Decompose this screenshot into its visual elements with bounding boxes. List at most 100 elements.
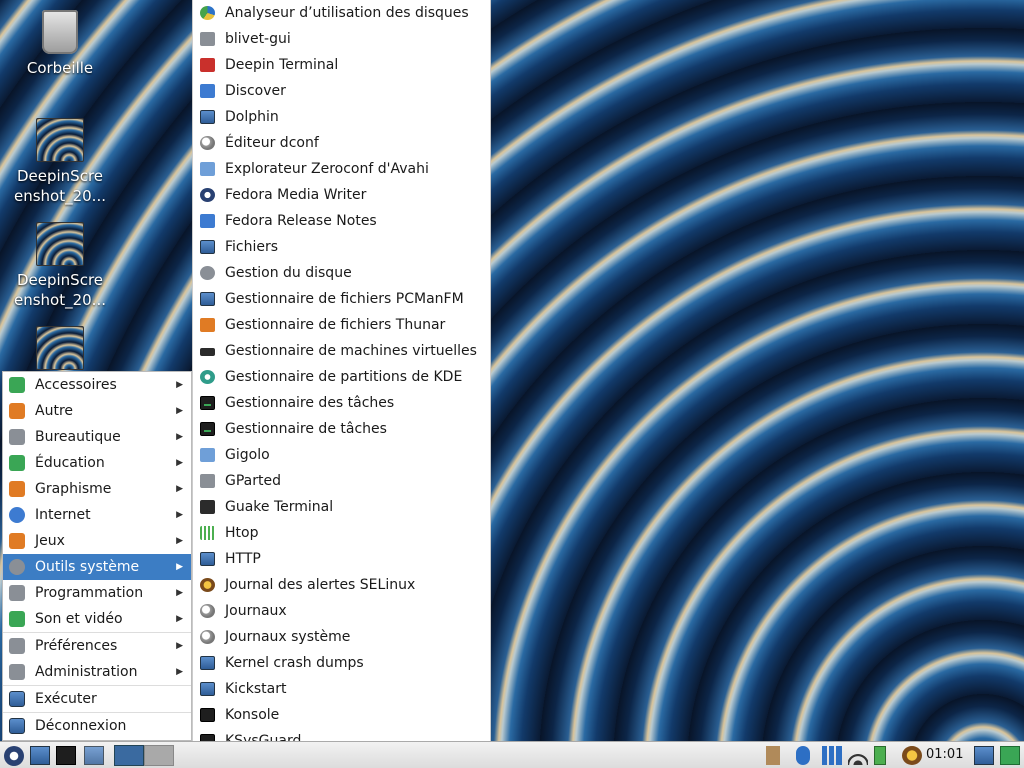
app-item[interactable]: Konsole <box>193 702 490 728</box>
desktop-icon-screenshot-2[interactable]: DeepinScre enshot_20... <box>0 222 120 310</box>
menu-category-label: Son et vidéo <box>35 611 123 627</box>
app-item[interactable]: Fedora Release Notes <box>193 208 490 234</box>
app-item-label: Explorateur Zeroconf d'Avahi <box>225 161 429 177</box>
dconf-editor-icon <box>200 136 215 150</box>
app-item-label: Dolphin <box>225 109 279 125</box>
menu-category-preferences[interactable]: Préférences ▶ <box>3 633 191 659</box>
submenu-arrow-icon: ▶ <box>176 406 183 416</box>
app-item[interactable]: Gestionnaire de machines virtuelles <box>193 338 490 364</box>
menu-category-label: Administration <box>35 664 138 680</box>
image-file-icon <box>36 326 84 370</box>
release-notes-icon <box>200 214 215 228</box>
network-signal-icon[interactable] <box>822 746 842 765</box>
submenu-arrow-icon: ▶ <box>176 588 183 598</box>
menu-category-education[interactable]: Éducation ▶ <box>3 450 191 476</box>
virt-manager-icon <box>200 348 215 356</box>
app-item[interactable]: Fichiers <box>193 234 490 260</box>
app-item-label: Gestionnaire de machines virtuelles <box>225 343 477 359</box>
menu-category-multimedia[interactable]: Son et vidéo ▶ <box>3 606 191 632</box>
menu-category-administration[interactable]: Administration ▶ <box>3 659 191 685</box>
application-menu: Accessoires ▶ Autre ▶ Bureautique ▶ Éduc… <box>2 371 192 741</box>
blivet-icon <box>200 32 215 46</box>
menu-category-graphics[interactable]: Graphisme ▶ <box>3 476 191 502</box>
task-manager-icon <box>200 422 215 436</box>
app-item[interactable]: Gestion du disque <box>193 260 490 286</box>
app-item[interactable]: Gestionnaire de tâches <box>193 416 490 442</box>
app-item[interactable]: Journal des alertes SELinux <box>193 572 490 598</box>
terminal-launcher-icon[interactable] <box>56 746 76 765</box>
desktop-icon-trash[interactable]: Corbeille <box>0 10 120 78</box>
app-item[interactable]: GParted <box>193 468 490 494</box>
app-item-label: Gestionnaire des tâches <box>225 395 395 411</box>
bluetooth-icon[interactable] <box>796 746 810 765</box>
app-item-label: Gestionnaire de tâches <box>225 421 387 437</box>
app-item[interactable]: Gestionnaire de fichiers PCManFM <box>193 286 490 312</box>
preferences-icon <box>9 638 25 654</box>
disk-usage-icon <box>200 6 215 20</box>
menu-category-system-tools[interactable]: Outils système ▶ <box>3 554 191 580</box>
dolphin-icon <box>200 110 215 124</box>
workspace-2-button[interactable] <box>144 745 174 766</box>
menu-item-run[interactable]: Exécuter <box>3 686 191 712</box>
programming-icon <box>9 585 25 601</box>
submenu-arrow-icon: ▶ <box>176 432 183 442</box>
workspace-1-button[interactable] <box>114 745 144 766</box>
app-item[interactable]: Fedora Media Writer <box>193 182 490 208</box>
menu-category-label: Autre <box>35 403 74 419</box>
show-desktop-icon[interactable] <box>84 746 104 765</box>
app-item-label: Discover <box>225 83 286 99</box>
battery-icon[interactable] <box>874 746 886 765</box>
avahi-icon <box>200 162 215 176</box>
app-item[interactable]: blivet-gui <box>193 26 490 52</box>
clock[interactable]: 01:01 <box>926 742 963 768</box>
app-item[interactable]: Explorateur Zeroconf d'Avahi <box>193 156 490 182</box>
wifi-icon[interactable] <box>848 746 868 765</box>
selinux-alert-icon[interactable] <box>902 746 922 765</box>
menu-category-games[interactable]: Jeux ▶ <box>3 528 191 554</box>
app-item[interactable]: HTTP <box>193 546 490 572</box>
app-item[interactable]: Kernel crash dumps <box>193 650 490 676</box>
app-item[interactable]: Dolphin <box>193 104 490 130</box>
konsole-icon <box>200 708 215 722</box>
app-item[interactable]: Journaux système <box>193 624 490 650</box>
desktop-switch-icon[interactable] <box>974 746 994 765</box>
app-item-label: Journal des alertes SELinux <box>225 577 416 593</box>
menu-item-logout[interactable]: Déconnexion <box>3 713 191 739</box>
clipboard-icon[interactable] <box>766 746 780 765</box>
desktop-icon-screenshot-3[interactable] <box>0 326 120 374</box>
app-item[interactable]: Guake Terminal <box>193 494 490 520</box>
app-item[interactable]: Éditeur dconf <box>193 130 490 156</box>
app-item[interactable]: Analyseur d’utilisation des disques <box>193 0 490 26</box>
submenu-arrow-icon: ▶ <box>176 484 183 494</box>
menu-category-programming[interactable]: Programmation ▶ <box>3 580 191 606</box>
app-item[interactable]: Gestionnaire des tâches <box>193 390 490 416</box>
app-item[interactable]: Gigolo <box>193 442 490 468</box>
menu-category-label: Accessoires <box>35 377 117 393</box>
app-item-label: Deepin Terminal <box>225 57 339 73</box>
menu-category-internet[interactable]: Internet ▶ <box>3 502 191 528</box>
menu-category-office[interactable]: Bureautique ▶ <box>3 424 191 450</box>
fedora-menu-icon[interactable] <box>4 746 24 766</box>
logout-exit-icon[interactable] <box>1000 746 1020 765</box>
app-item-label: Guake Terminal <box>225 499 334 515</box>
app-item[interactable]: Deepin Terminal <box>193 52 490 78</box>
app-item[interactable]: Htop <box>193 520 490 546</box>
menu-category-label: Préférences <box>35 638 118 654</box>
games-icon <box>9 533 25 549</box>
app-item[interactable]: Kickstart <box>193 676 490 702</box>
menu-item-label: Exécuter <box>35 691 97 707</box>
disk-management-icon <box>200 266 215 280</box>
app-item[interactable]: Gestionnaire de fichiers Thunar <box>193 312 490 338</box>
menu-category-accessories[interactable]: Accessoires ▶ <box>3 372 191 398</box>
app-item[interactable]: Discover <box>193 78 490 104</box>
kdump-icon <box>200 656 215 670</box>
file-manager-launcher-icon[interactable] <box>30 746 50 765</box>
selinux-icon <box>200 578 215 592</box>
app-item[interactable]: Journaux <box>193 598 490 624</box>
app-item[interactable]: Gestionnaire de partitions de KDE <box>193 364 490 390</box>
desktop-icon-screenshot-1[interactable]: DeepinScre enshot_20... <box>0 118 120 206</box>
education-icon <box>9 455 25 471</box>
menu-category-other[interactable]: Autre ▶ <box>3 398 191 424</box>
menu-item-label: Déconnexion <box>35 718 127 734</box>
app-item-label: Kickstart <box>225 681 287 697</box>
